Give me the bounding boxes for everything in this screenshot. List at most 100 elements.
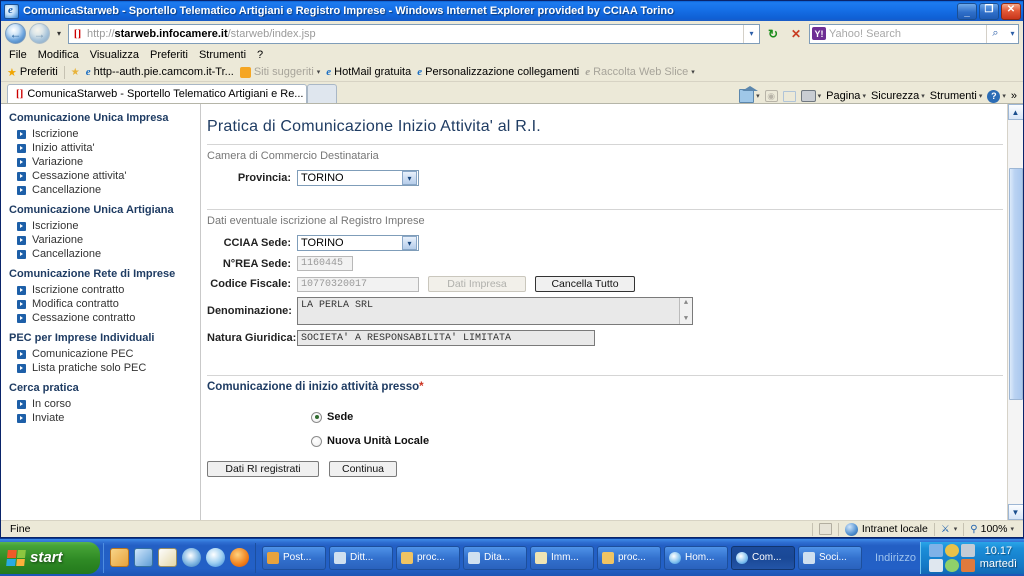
start-button[interactable]: start (0, 541, 100, 574)
mediaplayer-icon[interactable] (182, 548, 201, 567)
favorite-web-slice[interactable]: e Raccolta Web Slice ▾ (585, 66, 695, 78)
message-icon[interactable] (928, 558, 943, 572)
codice-fiscale-input[interactable]: 10770320017 (297, 276, 419, 292)
sidebar-item-iscrizione-artigiana[interactable]: Iscrizione (9, 219, 200, 233)
stop-button[interactable]: ✕ (786, 24, 806, 44)
task-button[interactable]: Ditt... (329, 545, 393, 570)
task-button[interactable]: Soci... (798, 545, 862, 570)
restore-button[interactable]: ❐ (979, 2, 999, 20)
print-button[interactable]: ▾ (800, 90, 821, 102)
firefox-icon[interactable] (230, 548, 249, 567)
overflow-button[interactable]: » (1011, 90, 1017, 102)
search-box[interactable]: Y! Yahoo! Search ⌕ ▾ (809, 23, 1019, 44)
sidebar-item-variazione-artigiana[interactable]: Variazione (9, 233, 200, 247)
cciaa-select[interactable]: TORINO ▾ (297, 235, 419, 251)
sidebar-item-cancellazione-artigiana[interactable]: Cancellazione (9, 247, 200, 261)
sidebar-item-inizio-attivita[interactable]: Inizio attivita' (9, 141, 200, 155)
dati-impresa-button[interactable]: Dati Impresa (428, 276, 526, 292)
sidebar-item-iscrizione-impresa[interactable]: Iscrizione (9, 127, 200, 141)
favorites-button[interactable]: ★ Preferiti (7, 66, 58, 79)
scroll-down-icon[interactable]: ▼ (684, 315, 688, 323)
feeds-button[interactable]: ◉ (764, 90, 778, 102)
forward-button[interactable]: → (29, 23, 50, 44)
sidebar-item-in-corso[interactable]: In corso (9, 397, 200, 411)
refresh-button[interactable]: ↻ (763, 24, 783, 44)
textarea-scrollbar[interactable]: ▲ ▼ (679, 298, 692, 324)
showdesktop-icon[interactable] (134, 548, 153, 567)
provincia-select[interactable]: TORINO ▾ (297, 170, 419, 186)
task-button[interactable]: Post... (262, 545, 326, 570)
outlook-icon[interactable] (110, 548, 129, 567)
protected-mode-cell[interactable]: ⚔ ▾ (935, 522, 963, 536)
read-mail-button[interactable] (782, 90, 796, 102)
url-bar[interactable]: [] http://starweb.infocamere.it/starweb/… (68, 23, 760, 44)
sidebar-item-cessazione-attivita[interactable]: Cessazione attivita' (9, 169, 200, 183)
scroll-up-button[interactable]: ▲ (1007, 104, 1023, 120)
scroll-up-icon[interactable]: ▲ (684, 299, 688, 307)
task-button[interactable]: Imm... (530, 545, 594, 570)
chevron-down-icon[interactable]: ▾ (1010, 525, 1014, 533)
menu-item-file[interactable]: File (9, 49, 27, 61)
task-button[interactable]: proc... (597, 545, 661, 570)
close-button[interactable]: ✕ (1001, 2, 1021, 20)
radio-sede-icon[interactable] (311, 411, 322, 423)
continua-button[interactable]: Continua (329, 461, 397, 477)
menu-item-visualizza[interactable]: Visualizza (90, 49, 139, 61)
history-dropdown-button[interactable]: ▾ (53, 29, 65, 38)
sidebar-item-cessazione-contratto[interactable]: Cessazione contratto (9, 311, 200, 325)
volume-icon[interactable] (960, 558, 975, 572)
tab-comunicastarweb[interactable]: [] ComunicaStarweb - Sportello Telematic… (7, 84, 307, 103)
radio-nuova-ul-icon[interactable] (311, 435, 322, 447)
denominazione-textarea[interactable]: LA PERLA SRL ▲ ▼ (297, 297, 693, 325)
task-button[interactable]: Dita... (463, 545, 527, 570)
ie-icon[interactable] (206, 548, 225, 567)
favorite-hotmail[interactable]: e HotMail gratuita (326, 66, 411, 78)
radio-option-sede[interactable]: Sede (311, 411, 1003, 423)
chevron-down-icon[interactable]: ▾ (954, 525, 958, 533)
network-icon[interactable] (928, 543, 943, 557)
new-tab-button[interactable] (307, 84, 337, 103)
monitor-icon[interactable] (960, 543, 975, 557)
address-toolbar-label[interactable]: Indirizzo (865, 552, 920, 564)
url-dropdown-icon[interactable]: ▾ (743, 24, 759, 43)
sidebar-item-modifica-contratto[interactable]: Modifica contratto (9, 297, 200, 311)
scrollbar-thumb[interactable] (1008, 168, 1023, 400)
radio-option-nuova-unita-locale[interactable]: Nuova Unità Locale (311, 435, 1003, 447)
chevron-down-icon[interactable]: ▾ (402, 171, 417, 185)
home-button[interactable]: ▾ (739, 86, 760, 103)
antivirus-icon[interactable] (944, 558, 959, 572)
rea-input[interactable]: 1160445 (297, 256, 353, 271)
search-icon[interactable]: ⌕ (986, 24, 1004, 43)
sidebar-item-cancellazione-impresa[interactable]: Cancellazione (9, 183, 200, 197)
favorite-link-auth[interactable]: e http--auth.pie.camcom.it-Tr... (86, 66, 234, 78)
natura-giuridica-input[interactable]: SOCIETA' A RESPONSABILITA' LIMITATA (297, 330, 595, 346)
chevron-down-icon[interactable]: ▾ (402, 236, 417, 250)
menu-item-strumenti[interactable]: Strumenti (199, 49, 246, 61)
search-dropdown-icon[interactable]: ▾ (1007, 25, 1018, 43)
dati-ri-registrati-button[interactable]: Dati RI registrati (207, 461, 319, 477)
menu-strumenti[interactable]: Strumenti ▾ (930, 90, 983, 102)
sidebar-item-iscrizione-contratto[interactable]: Iscrizione contratto (9, 283, 200, 297)
scrollbar-track[interactable] (1007, 120, 1023, 504)
page-scrollbar[interactable]: ▲ ▼ (1007, 104, 1023, 520)
menu-item-preferiti[interactable]: Preferiti (150, 49, 188, 61)
sidebar-item-comunicazione-pec[interactable]: Comunicazione PEC (9, 347, 200, 361)
sidebar-item-inviate[interactable]: Inviate (9, 411, 200, 425)
favorite-siti-suggeriti[interactable]: Siti suggeriti ▾ (239, 66, 320, 78)
zoom-control[interactable]: ⚲ 100% ▾ (964, 522, 1020, 536)
back-button[interactable]: ← (5, 23, 26, 44)
sidebar-item-lista-pratiche-pec[interactable]: Lista pratiche solo PEC (9, 361, 200, 375)
task-button[interactable]: proc... (396, 545, 460, 570)
task-button[interactable]: Hom... (664, 545, 728, 570)
add-favorite-icon[interactable]: ★ (71, 67, 80, 78)
minimize-button[interactable]: _ (957, 2, 977, 20)
menu-sicurezza[interactable]: Sicurezza ▾ (871, 90, 925, 102)
security-zone[interactable]: Intranet locale (839, 522, 934, 536)
cancella-tutto-button[interactable]: Cancella Tutto (535, 276, 635, 292)
task-button-active[interactable]: Com... (731, 545, 795, 570)
search-input[interactable]: Yahoo! Search (829, 28, 983, 40)
sidebar-item-variazione-impresa[interactable]: Variazione (9, 155, 200, 169)
clock[interactable]: 10.17 martedì (980, 545, 1017, 571)
menu-item-help[interactable]: ? (257, 49, 263, 61)
menu-pagina[interactable]: Pagina ▾ (826, 90, 866, 102)
